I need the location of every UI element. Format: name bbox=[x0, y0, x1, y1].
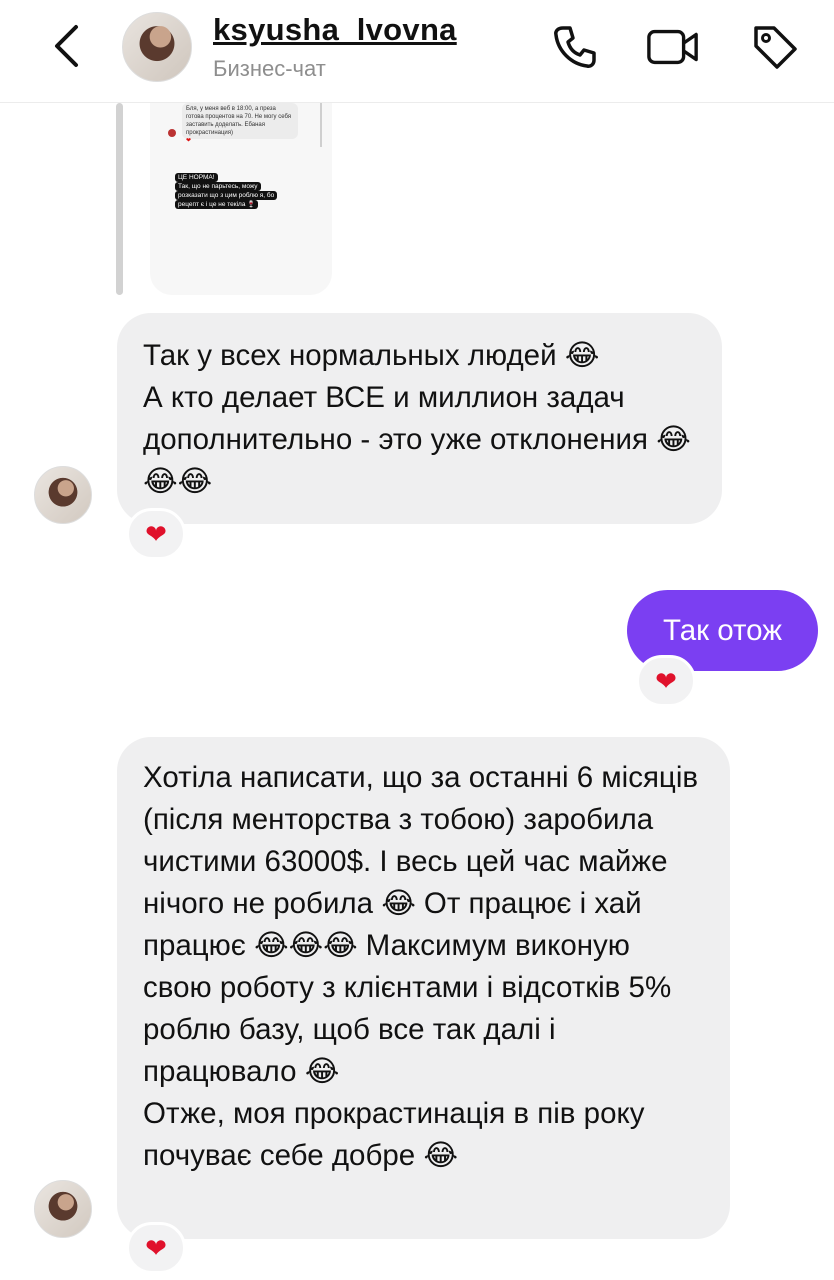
chat-header: ksyusha_lvovna Бизнес-чат bbox=[0, 0, 834, 103]
label-button[interactable] bbox=[748, 20, 802, 74]
video-icon bbox=[647, 29, 698, 65]
back-icon bbox=[55, 25, 78, 67]
quoted-caption-line: розказати що з цим роблю я, бо bbox=[175, 191, 278, 200]
audio-call-button[interactable] bbox=[548, 20, 602, 74]
heart-reaction[interactable]: ❤ bbox=[126, 508, 186, 560]
phone-icon bbox=[554, 26, 596, 68]
quoted-caption-line: ЦЕ НОРМА! bbox=[175, 173, 218, 182]
heart-reaction[interactable]: ❤ bbox=[126, 1222, 186, 1274]
incoming-message[interactable]: Так у всех нормальных людей 😂 А кто дела… bbox=[117, 313, 722, 524]
back-button[interactable] bbox=[44, 20, 88, 72]
incoming-message[interactable]: Хотіла написати, що за останні 6 місяців… bbox=[117, 737, 730, 1239]
tag-icon bbox=[754, 26, 797, 69]
chat-subtitle: Бизнес-чат bbox=[213, 56, 326, 81]
quoted-heart-icon: ❤ bbox=[186, 138, 192, 144]
quoted-avatar bbox=[168, 129, 176, 137]
sender-avatar[interactable] bbox=[34, 1180, 92, 1238]
quoted-caption-line: рецепт є і це не текіла 🍷 bbox=[175, 200, 259, 209]
quoted-story-thumbnail[interactable]: Бля, у меня веб в 18:00, а преза готова … bbox=[150, 103, 332, 295]
heart-icon: ❤ bbox=[145, 518, 167, 549]
heart-icon: ❤ bbox=[145, 1232, 167, 1263]
quoted-caption-line: Так, що не парьтесь, можу bbox=[175, 182, 261, 191]
quoted-divider bbox=[320, 103, 322, 147]
chat-username[interactable]: ksyusha_lvovna bbox=[213, 12, 457, 48]
heart-reaction[interactable]: ❤ bbox=[636, 655, 696, 707]
reply-quote-bar bbox=[116, 103, 123, 295]
video-call-button[interactable] bbox=[646, 20, 700, 74]
sender-avatar[interactable] bbox=[34, 466, 92, 524]
quoted-dark-caption: ЦЕ НОРМА! Так, що не парьтесь, можу розк… bbox=[175, 173, 307, 223]
outgoing-message-text: Так отож bbox=[663, 613, 782, 647]
profile-avatar[interactable] bbox=[122, 12, 192, 82]
quoted-message-text: Бля, у меня веб в 18:00, а преза готова … bbox=[182, 103, 298, 139]
heart-icon: ❤ bbox=[655, 665, 677, 696]
